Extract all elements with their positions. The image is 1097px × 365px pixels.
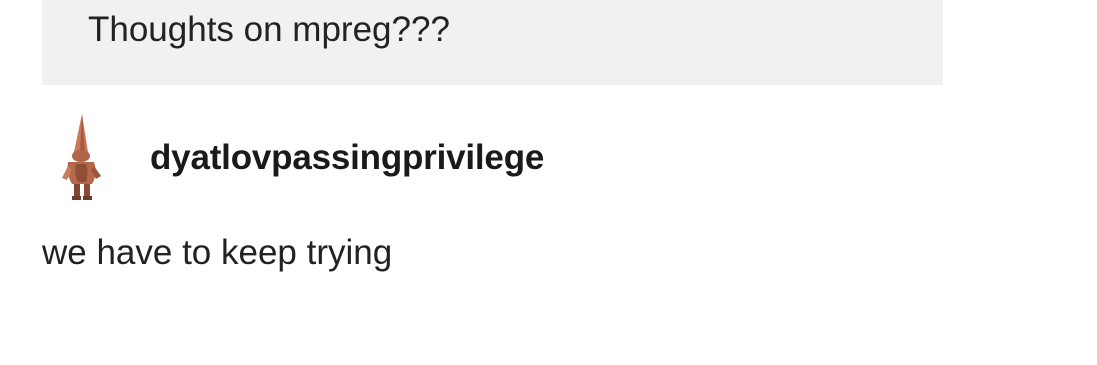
answer-text: we have to keep trying <box>42 233 393 272</box>
gnome-figure-avatar-icon[interactable] <box>58 112 106 204</box>
answer-header: dyatlovpassingprivilege <box>58 112 544 204</box>
ask-question: Thoughts on mpreg??? <box>88 10 450 49</box>
ask-box: Thoughts on mpreg??? <box>42 0 943 85</box>
username-link[interactable]: dyatlovpassingprivilege <box>150 138 544 178</box>
